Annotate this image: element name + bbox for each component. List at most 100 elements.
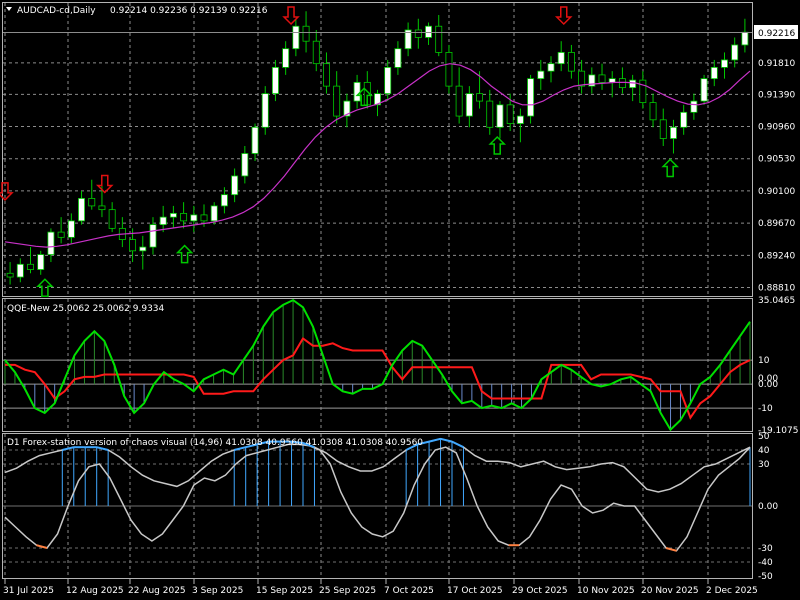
date-tick-label: 22 Aug 2025 [128, 586, 186, 596]
candle-bear [302, 25, 310, 42]
candle-bull [353, 81, 361, 102]
candle-bull [67, 220, 75, 238]
candle-bear [88, 198, 96, 207]
candle-bear [414, 29, 422, 38]
candle-bull [629, 79, 637, 89]
candle-bull [710, 67, 718, 80]
date-tick-label: 31 Jul 2025 [3, 586, 54, 596]
candle-bear [27, 263, 34, 270]
current-price-label: 0.92216 [758, 29, 795, 39]
qqe-indicator [3, 298, 752, 432]
menu-triangle-icon[interactable] [6, 7, 12, 11]
candle-bear [649, 102, 657, 121]
price-tick-label: 0.90530 [758, 155, 795, 165]
ohlc-values: 0.92214 0.92236 0.92139 0.92216 [110, 6, 268, 16]
date-tick-label: 2 Dec 2025 [706, 586, 758, 596]
arrow-up-icon [175, 244, 194, 264]
candle-bull [261, 93, 269, 128]
arrow-up-icon [488, 135, 507, 155]
candle-bear [639, 79, 647, 103]
chaos-tick-label: 30 [758, 460, 770, 470]
qqe-slow-line [5, 337, 751, 420]
date-tick-label: 25 Sep 2025 [319, 586, 376, 596]
arrow-down-icon [554, 6, 573, 26]
qqe-tick-label: 0.00 [758, 380, 778, 390]
candle-bear [618, 78, 626, 89]
price-tick-label: 0.90100 [758, 187, 795, 197]
candle-bull [700, 78, 708, 102]
qqe-tick-label: 10 [758, 356, 770, 366]
candle-bull [159, 216, 167, 226]
candle-bear [506, 104, 514, 124]
main-pane-frame [2, 2, 753, 297]
candle-bear [180, 212, 188, 222]
candle-bear [57, 231, 65, 238]
date-tick-label: 10 Nov 2025 [577, 586, 635, 596]
chaos-high-segment [428, 437, 441, 443]
chaos-low-segment [665, 547, 677, 552]
candle-bear [567, 52, 575, 72]
price-tick-label: 0.89670 [758, 219, 795, 229]
chaos-tick-label: -40 [758, 558, 773, 568]
candle-bull [741, 31, 749, 46]
candle-bull [731, 44, 739, 61]
candle-bull [608, 78, 616, 83]
price-tick-label: 0.91810 [758, 59, 795, 69]
chaos-title: D1 Forex-station version of chaos visual… [7, 438, 423, 448]
chaos-low-segment [36, 544, 48, 549]
arrow-up-icon [661, 158, 679, 178]
candle-bear [98, 205, 106, 211]
candle-bull [557, 52, 565, 65]
date-tick-label: 3 Sep 2025 [192, 586, 243, 596]
candle-bull [16, 263, 24, 278]
candle-bear [108, 209, 116, 229]
candle-bear [129, 239, 137, 252]
chaos-indicator [3, 437, 752, 563]
date-tick-label: 15 Sep 2025 [256, 586, 313, 596]
date-axis: 31 Jul 2025 12 Aug 2025 22 Aug 2025 3 Sep 2… [3, 579, 758, 596]
candle-bear [6, 272, 14, 278]
candle-bull [721, 59, 728, 68]
candle-bear [476, 93, 484, 102]
candle-bull [37, 254, 45, 270]
candle-bull [537, 70, 545, 80]
candle-bull [547, 63, 555, 72]
date-tick-label: 29 Oct 2025 [512, 586, 568, 596]
candle-bull [425, 25, 432, 38]
chaos-high-segment [451, 440, 464, 449]
candle-bull [210, 205, 218, 222]
candle-bull [516, 115, 524, 124]
arrow-down-icon [95, 174, 114, 194]
chaos-scale: 50 40 30 0.00 -30 -40 -50 [758, 432, 778, 582]
candle-bull [292, 25, 300, 50]
candle-bull [241, 153, 249, 177]
symbol-label: AUDCAD-cd,Daily [17, 6, 96, 16]
qqe-scale: 35.0465100.000.00-10-19.1075 [758, 296, 798, 436]
price-tick-label: 0.91390 [758, 90, 795, 100]
qqe-title: QQE-New 25.0062 25.0062 9.9334 [7, 304, 165, 314]
candle-bear [323, 63, 330, 87]
candle-bull [78, 198, 86, 222]
candle-bull [496, 104, 504, 128]
candle-bull [465, 93, 473, 117]
chaos-tick-label: 50 [758, 432, 770, 442]
candle-bull [271, 67, 279, 95]
chaos-high-segment [440, 437, 453, 443]
candlestick-series [6, 11, 749, 285]
qqe-fast-line [4, 298, 751, 432]
date-tick-label: 7 Oct 2025 [384, 586, 434, 596]
chaos-tick-label: 0.00 [758, 502, 778, 512]
candle-bull [394, 48, 402, 68]
date-tick-label: 20 Nov 2025 [641, 586, 699, 596]
candle-bear [455, 85, 463, 117]
chart-canvas[interactable]: AUDCAD-cd,Daily 0.92214 0.92236 0.92139 … [0, 0, 800, 600]
candle-bull [669, 126, 677, 139]
chaos-slow-line [4, 443, 751, 552]
candle-bull [282, 48, 290, 68]
qqe-tick-label: 35.0465 [758, 296, 795, 306]
date-tick-label: 17 Oct 2025 [447, 586, 503, 596]
candle-bear [200, 214, 208, 222]
candle-bear [435, 25, 443, 53]
candle-bull [384, 67, 392, 95]
candle-bull [149, 224, 157, 248]
